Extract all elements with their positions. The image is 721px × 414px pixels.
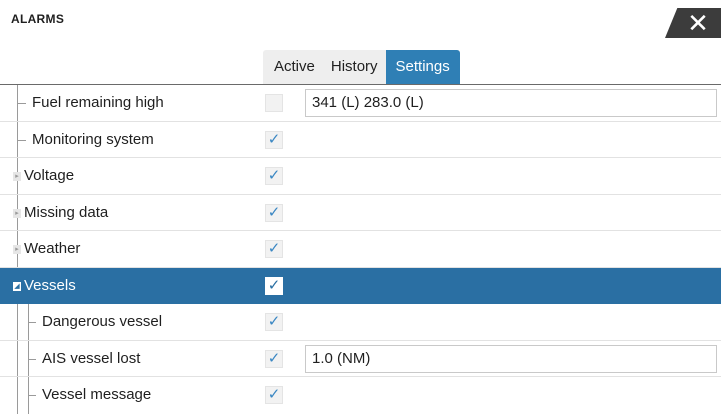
enable-checkbox[interactable]: ✓ — [265, 349, 283, 368]
row-monitoring-system[interactable]: Monitoring system ✓ — [0, 121, 721, 158]
range-value-field[interactable]: 1.0 (NM) — [305, 344, 717, 373]
tab-history[interactable]: History — [322, 50, 386, 84]
row-label: AIS vessel lost — [42, 349, 141, 367]
row-label: Vessels — [24, 276, 76, 294]
row-label: Monitoring system — [32, 130, 154, 148]
enable-checkbox[interactable]: ✓ — [265, 276, 283, 295]
alarm-settings-list: Fuel remaining high ✓ 341 (L) 283.0 (L) … — [0, 85, 721, 414]
row-ais-vessel-lost[interactable]: AIS vessel lost ✓ 1.0 (NM) — [0, 340, 721, 377]
tab-bar: Active History Settings — [0, 50, 721, 85]
collapse-arrow-icon[interactable]: ◢ — [13, 281, 21, 291]
row-missing-data[interactable]: ▸ Missing data ✓ — [0, 194, 721, 231]
enable-checkbox[interactable]: ✓ — [265, 167, 283, 185]
enable-checkbox[interactable]: ✓ — [265, 203, 283, 222]
enable-checkbox[interactable]: ✓ — [265, 240, 283, 258]
tab-settings[interactable]: Settings — [385, 50, 460, 84]
row-label: Fuel remaining high — [32, 94, 164, 111]
expand-arrow-icon[interactable]: ▸ — [13, 172, 21, 181]
row-label: Voltage — [24, 167, 75, 184]
dialog-title: ALARMS — [11, 12, 65, 26]
close-button[interactable]: ✕ — [665, 8, 721, 38]
enable-checkbox[interactable]: ✓ — [265, 94, 283, 112]
title-bar: ALARMS ✕ — [0, 0, 721, 44]
row-vessels[interactable]: ◢ Vessels ✓ — [0, 267, 721, 304]
close-icon: ✕ — [687, 8, 709, 38]
row-label: Weather — [24, 240, 81, 257]
row-label: Vessel message — [42, 386, 152, 403]
row-vessel-message[interactable]: Vessel message ✓ — [0, 377, 721, 414]
enable-checkbox[interactable]: ✓ — [265, 130, 283, 149]
enable-checkbox[interactable]: ✓ — [265, 386, 283, 404]
expand-arrow-icon[interactable]: ▸ — [13, 208, 21, 218]
row-label: Dangerous vessel — [42, 313, 163, 330]
row-dangerous-vessel[interactable]: Dangerous vessel ✓ — [0, 304, 721, 341]
enable-checkbox[interactable]: ✓ — [265, 313, 283, 331]
row-weather[interactable]: ▸ Weather ✓ — [0, 231, 721, 268]
tab-active[interactable]: Active — [263, 50, 323, 84]
row-fuel-remaining-high[interactable]: Fuel remaining high ✓ 341 (L) 283.0 (L) — [0, 85, 721, 122]
row-label: Missing data — [24, 203, 109, 221]
expand-arrow-icon[interactable]: ▸ — [13, 245, 21, 254]
threshold-value-field[interactable]: 341 (L) 283.0 (L) — [305, 89, 717, 117]
row-voltage[interactable]: ▸ Voltage ✓ — [0, 158, 721, 195]
